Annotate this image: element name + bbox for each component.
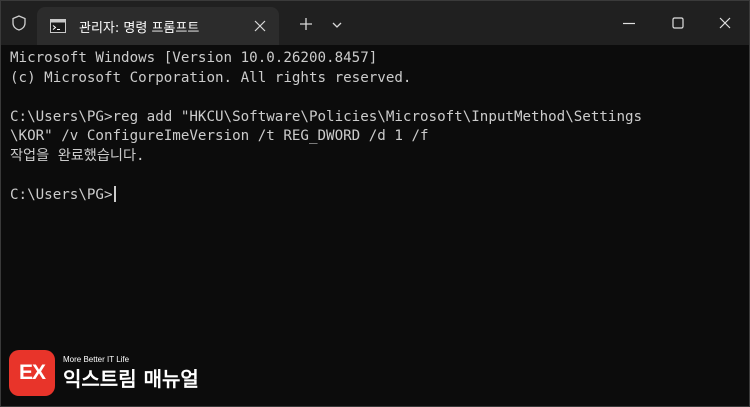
text-cursor: [113, 185, 116, 202]
terminal-line: (c) Microsoft Corporation. All rights re…: [10, 69, 412, 86]
brand-logo: EX: [9, 350, 55, 396]
terminal-line: \KOR" /v ConfigureImeVersion /t REG_DWOR…: [10, 128, 429, 144]
terminal-line: C:\Users\PG>reg add "HKCU\Software\Polic…: [10, 108, 643, 125]
title-bar: 관리자: 명령 프롬프트: [1, 1, 749, 45]
watermark: EX More Better IT Life 익스트림 매뉴얼: [9, 350, 199, 396]
close-icon[interactable]: [717, 15, 733, 31]
maximize-icon[interactable]: [670, 15, 686, 31]
shield-icon[interactable]: [10, 14, 28, 32]
tab-title: 관리자: 명령 프롬프트: [79, 21, 200, 36]
terminal-line: 작업을 완료했습니다.: [10, 147, 145, 164]
close-icon[interactable]: [253, 18, 267, 32]
plus-icon[interactable]: [297, 15, 315, 33]
watermark-tagline: More Better IT Life: [63, 355, 130, 364]
prompt-line[interactable]: C:\Users\PG>: [10, 185, 749, 206]
chevron-down-icon[interactable]: [330, 17, 344, 31]
tab-command-prompt[interactable]: 관리자: 명령 프롬프트: [37, 7, 279, 45]
terminal-window: 관리자: 명령 프롬프트 Microsoft Windows [Version …: [0, 0, 750, 407]
terminal-icon: [50, 18, 66, 33]
watermark-brand: 익스트림 매뉴얼: [63, 367, 199, 391]
prompt-text: C:\Users\PG>: [10, 186, 113, 203]
minimize-icon[interactable]: [621, 15, 637, 31]
terminal-line: Microsoft Windows [Version 10.0.26200.84…: [10, 50, 378, 66]
